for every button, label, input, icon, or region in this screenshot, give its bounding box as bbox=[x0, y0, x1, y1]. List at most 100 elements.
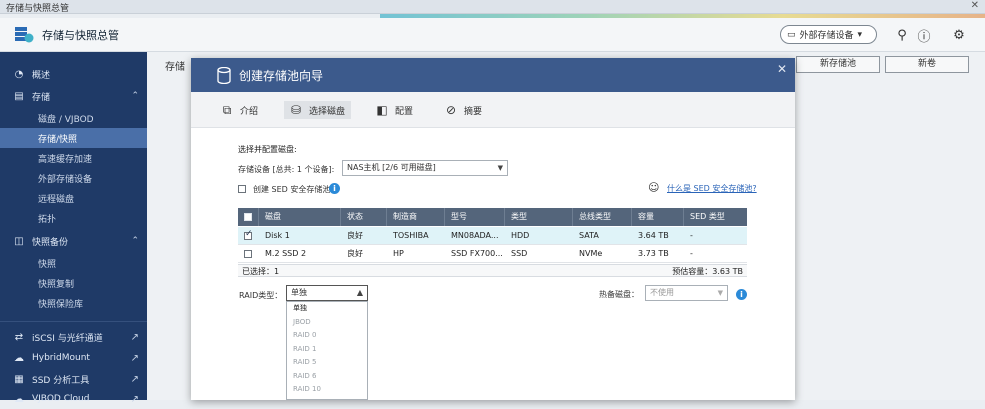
storage-device-value: NAS主机 [2/6 可用磁盘] bbox=[347, 163, 436, 172]
dialog-title: 创建存储池向导 bbox=[239, 69, 324, 83]
col-capacity[interactable]: 容量 bbox=[631, 208, 683, 226]
table-row[interactable]: M.2 SSD 2 良好 HP SSD FX700... SSD NVMe 3.… bbox=[238, 245, 747, 263]
select-all-checkbox[interactable] bbox=[244, 213, 252, 221]
info-icon[interactable]: i bbox=[329, 183, 340, 194]
cell-vendor: HP bbox=[393, 249, 404, 258]
sidebar-item-label: SSD 分析工具 bbox=[32, 375, 90, 386]
window-titlebar: 存储与快照总管 ✕ bbox=[0, 0, 985, 14]
new-volume-button[interactable]: 新卷 bbox=[885, 56, 969, 73]
sidebar-item-snapshot-replica[interactable]: 快照复制 bbox=[0, 273, 147, 293]
sidebar-item-iscsi[interactable]: ⇄ iSCSI 与光纤通道 ↗ bbox=[0, 327, 147, 347]
sidebar-item-snapshot-vault[interactable]: 快照保险库 bbox=[0, 293, 147, 313]
hot-spare-select[interactable]: 不使用 ▼ bbox=[645, 285, 728, 301]
sidebar-item-overview[interactable]: ◔ 概述 bbox=[0, 64, 147, 84]
help-icon[interactable]: ⓘ bbox=[915, 26, 933, 45]
col-sed[interactable]: SED 类型 bbox=[683, 208, 747, 226]
wizard-steps: ⧉ 介绍 ⛁ 选择磁盘 ◧ 配置 ⊘ 摘要 bbox=[191, 92, 795, 128]
external-storage-button[interactable]: ▭ 外部存储设备 ▾ bbox=[780, 25, 877, 44]
col-model[interactable]: 型号 bbox=[444, 208, 504, 226]
raid-option[interactable]: RAID 6 bbox=[287, 370, 367, 384]
sed-help-link[interactable]: 什么是 SED 安全存储池? bbox=[667, 183, 757, 194]
dropdown-arrow-icon: ▼ bbox=[497, 164, 503, 172]
col-type[interactable]: 类型 bbox=[504, 208, 572, 226]
raid-option[interactable]: RAID 1 bbox=[287, 343, 367, 357]
sidebar-item-storage-snapshots[interactable]: 存储/快照 bbox=[0, 128, 147, 148]
vjbod-cloud-icon: ☁ bbox=[14, 393, 24, 405]
sidebar-item-hybridmount[interactable]: ☁ HybridMount ↗ bbox=[0, 348, 147, 368]
sidebar-item-label: 存储 bbox=[32, 92, 51, 103]
sidebar-item-external[interactable]: 外部存储设备 bbox=[0, 168, 147, 188]
storage-icon: ▤ bbox=[14, 90, 24, 102]
app-logo-icon bbox=[15, 27, 34, 43]
storage-device-label: 存储设备 [总共: 1 个设备]: bbox=[238, 165, 335, 174]
raid-type-options: 单独 JBOD RAID 0 RAID 1 RAID 5 RAID 6 RAID… bbox=[286, 301, 368, 400]
sidebar-item-label: HybridMount bbox=[32, 353, 90, 363]
table-header: 磁盘 状态 制造商 型号 类型 总线类型 容量 SED 类型 bbox=[238, 208, 747, 226]
sidebar-item-label: 快照 bbox=[38, 259, 57, 270]
col-vendor[interactable]: 制造商 bbox=[386, 208, 444, 226]
external-storage-label: 外部存储设备 bbox=[799, 31, 854, 41]
sed-checkbox[interactable] bbox=[238, 185, 246, 193]
sidebar-item-snapshot-backup[interactable]: ◫ 快照备份 ⌃ bbox=[0, 231, 147, 251]
storage-device-select[interactable]: NAS主机 [2/6 可用磁盘] ▼ bbox=[342, 160, 508, 176]
config-icon: ◧ bbox=[376, 103, 388, 117]
sidebar-item-label: 快照备份 bbox=[32, 237, 69, 248]
search-icon[interactable]: ⚲ bbox=[893, 26, 911, 44]
cell-capacity: 3.73 TB bbox=[638, 249, 669, 258]
sidebar-item-cache[interactable]: 高速缓存加速 bbox=[0, 148, 147, 168]
step-summary: ⊘ 摘要 bbox=[439, 101, 488, 119]
table-row[interactable]: Disk 1 良好 TOSHIBA MN08ADA... HDD SATA 3.… bbox=[238, 227, 747, 245]
col-disk[interactable]: 磁盘 bbox=[258, 208, 340, 226]
sidebar-item-storage[interactable]: ▤ 存储 ⌃ bbox=[0, 86, 147, 106]
row-checkbox[interactable] bbox=[244, 250, 252, 258]
raid-option[interactable]: JBOD bbox=[287, 316, 367, 330]
window-close-icon[interactable]: ✕ bbox=[971, 0, 979, 11]
chevron-up-icon: ⌃ bbox=[131, 236, 139, 246]
ssd-icon: ▦ bbox=[14, 373, 24, 385]
dialog-header: 创建存储池向导 ✕ bbox=[191, 58, 795, 92]
sidebar-item-snapshot[interactable]: 快照 bbox=[0, 253, 147, 273]
raid-option[interactable]: RAID 5 bbox=[287, 356, 367, 370]
sidebar-item-topology[interactable]: 拓扑 bbox=[0, 208, 147, 228]
cell-disk: Disk 1 bbox=[265, 231, 290, 240]
raid-option[interactable]: RAID 0 bbox=[287, 329, 367, 343]
raid-option[interactable]: RAID 10 bbox=[287, 383, 367, 397]
gear-icon[interactable]: ⚙ bbox=[950, 26, 968, 44]
col-status[interactable]: 状态 bbox=[340, 208, 386, 226]
cell-vendor: TOSHIBA bbox=[393, 231, 429, 240]
iscsi-icon: ⇄ bbox=[14, 331, 24, 343]
sidebar-divider bbox=[0, 321, 147, 322]
col-bus[interactable]: 总线类型 bbox=[572, 208, 631, 226]
sed-checkbox-label: 创建 SED 安全存储池 bbox=[253, 185, 331, 194]
snapshot-icon: ◫ bbox=[14, 235, 24, 247]
section-title: 选择并配置磁盘: bbox=[238, 145, 297, 154]
dropdown-arrow-icon: ▲ bbox=[356, 288, 363, 297]
app-title: 存储与快照总管 bbox=[42, 29, 119, 42]
new-storage-pool-button[interactable]: 新存储池 bbox=[796, 56, 880, 73]
step-label: 配置 bbox=[395, 106, 414, 117]
sidebar-item-label: 远程磁盘 bbox=[38, 194, 75, 205]
check-circle-icon: ⊘ bbox=[445, 103, 457, 117]
sidebar-item-disks[interactable]: 磁盘 / VJBOD bbox=[0, 108, 147, 128]
user-help-icon: ☺ bbox=[648, 181, 660, 194]
raid-option[interactable]: 单独 bbox=[287, 302, 367, 316]
raid-type-select[interactable]: 单独 ▲ bbox=[286, 285, 368, 301]
sidebar-item-label: 概述 bbox=[32, 70, 51, 81]
sidebar-item-ssd-tool[interactable]: ▦ SSD 分析工具 ↗ bbox=[0, 369, 147, 389]
cell-bus: SATA bbox=[579, 231, 599, 240]
cloud-icon: ☁ bbox=[14, 352, 24, 364]
step-label: 介绍 bbox=[240, 106, 259, 117]
sidebar-item-vjbod-cloud[interactable]: ☁ VJBOD Cloud ↗ bbox=[0, 389, 147, 409]
cell-type: SSD bbox=[511, 249, 528, 258]
info-icon[interactable]: i bbox=[736, 289, 747, 300]
chevron-up-icon: ⌃ bbox=[131, 91, 139, 101]
cell-sed: - bbox=[690, 249, 693, 258]
cell-capacity: 3.64 TB bbox=[638, 231, 669, 240]
row-checkbox[interactable] bbox=[244, 229, 253, 240]
step-select-disks: ⛁ 选择磁盘 bbox=[284, 101, 352, 119]
close-icon[interactable]: ✕ bbox=[777, 62, 787, 76]
external-link-icon: ↗ bbox=[130, 331, 139, 343]
external-drive-icon: ▭ bbox=[787, 29, 796, 40]
sidebar-item-remote-disk[interactable]: 远程磁盘 bbox=[0, 188, 147, 208]
step-label: 选择磁盘 bbox=[309, 106, 346, 117]
